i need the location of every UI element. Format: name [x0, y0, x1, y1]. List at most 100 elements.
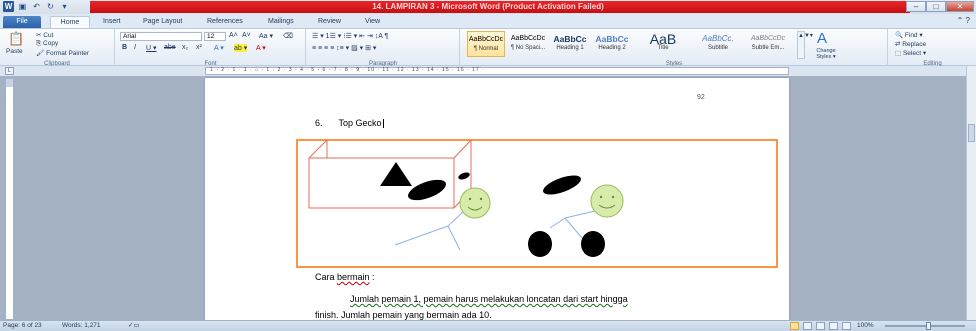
undo-icon[interactable]: ↶ [31, 1, 42, 12]
word-count[interactable]: Words: 1,271 [62, 321, 101, 331]
italic-button[interactable]: I [134, 44, 136, 51]
horizontal-ruler[interactable]: L · 1 · 2 · 1 · 1 · ⌂ · 1 · 2 · 3 · 4 · … [0, 66, 976, 76]
save-icon[interactable]: ▣ [17, 1, 28, 12]
shrink-font-button[interactable]: A˅ [242, 32, 251, 39]
game-diagram[interactable] [205, 78, 789, 321]
text-effects-button[interactable]: A ▾ [214, 44, 224, 52]
cara-bermain-text[interactable]: Cara bermain : [315, 272, 375, 282]
print-layout-view-button[interactable] [790, 322, 799, 330]
change-styles-icon[interactable]: A [817, 30, 827, 47]
tab-review[interactable]: Review [318, 16, 341, 28]
paragraph-group: ☰ ▾ 1☰ ▾ ⁝☰ ▾ ⇤ ⇥ ↕A ¶ ≡ ≡ ≡ ≡ ↕≡ ▾ ▨ ▾ … [307, 29, 460, 67]
clipboard-group: 📋 Paste ✂ Cut ⎘ Copy 🖌 Format Painter Cl… [0, 29, 115, 67]
font-group: Arial 12 A˄ A˅ Aa ▾ ⌫ B I U ▾ abe x₂ x² … [116, 29, 306, 67]
style-name: Title [657, 45, 669, 51]
strikethrough-button[interactable]: abe [164, 44, 176, 51]
styles-group: AaBbCcDc ¶ Normal AaBbCcDc ¶ No Spaci...… [461, 29, 888, 67]
black-oval-3 [528, 231, 552, 257]
tab-references[interactable]: References [207, 16, 243, 28]
change-case-button[interactable]: Aa ▾ [259, 32, 273, 40]
bold-button[interactable]: B [122, 44, 127, 51]
subscript-button[interactable]: x₂ [182, 44, 188, 51]
zoom-slider[interactable] [885, 325, 965, 327]
document-page[interactable]: 92 6. Top Gecko Cara bermain: Jumlah pe… [205, 78, 789, 321]
tab-mailings[interactable]: Mailings [268, 16, 294, 28]
quick-access-toolbar: W ▣ ↶ ↻ ▾ [3, 1, 70, 12]
vertical-ruler-margin [6, 79, 13, 87]
vertical-ruler[interactable] [5, 78, 14, 320]
style-name: Heading 2 [598, 45, 626, 51]
underline-button[interactable]: U ▾ [146, 44, 157, 52]
draft-view-button[interactable] [842, 322, 851, 330]
superscript-button[interactable]: x² [196, 44, 202, 51]
style-heading-2[interactable]: AaBbCc Heading 2 [593, 31, 631, 57]
window-title: 14. LAMPIRAN 3 - Microsoft Word (Product… [372, 2, 604, 11]
tab-file[interactable]: File [3, 16, 41, 28]
vertical-scrollbar[interactable] [966, 66, 976, 320]
style-sample: AaBbCcDc [468, 36, 504, 43]
format-painter-button[interactable]: 🖌 Format Painter [36, 49, 89, 57]
style-sample: AaBbCc [595, 34, 629, 44]
select-button[interactable]: ⬚ Select ▾ [895, 49, 926, 57]
paragraph-line-2[interactable]: finish. Jumlah pemain yang bermain ada 1… [315, 310, 492, 320]
copy-label: Copy [43, 40, 59, 47]
style-name: Subtitle [707, 45, 728, 51]
triangle-shape [380, 162, 412, 186]
change-styles-button[interactable]: Change Styles ▾ [809, 48, 843, 60]
zoom-level[interactable]: 100% [857, 321, 874, 331]
proofing-icon[interactable]: ✓▭ [128, 321, 140, 331]
highlight-button[interactable]: ab ▾ [234, 44, 248, 52]
tab-insert[interactable]: Insert [103, 16, 121, 28]
black-oval-4 [581, 231, 605, 257]
redo-icon[interactable]: ↻ [45, 1, 56, 12]
list-buttons[interactable]: ☰ ▾ 1☰ ▾ ⁝☰ ▾ ⇤ ⇥ ↕A ¶ [312, 32, 388, 40]
word-logo-icon[interactable]: W [3, 1, 14, 12]
cut-button[interactable]: ✂ Cut [36, 31, 53, 39]
tab-page-layout[interactable]: Page Layout [143, 16, 182, 28]
style-subtle-emphasis[interactable]: AaBbCcDc Subtle Em... [745, 31, 791, 57]
paragraph-line-1[interactable]: Jumlah pemain 1, pemain harus melakukan … [350, 294, 628, 304]
styles-scroll-icon[interactable]: ▲▼▾ [797, 31, 813, 59]
tab-home[interactable]: Home [50, 16, 90, 28]
cara-suffix: : [369, 272, 375, 282]
maximize-button[interactable]: □ [926, 1, 946, 12]
tab-view[interactable]: View [365, 16, 380, 28]
grow-font-button[interactable]: A˄ [229, 32, 238, 39]
style-sample: AaBbCcDc [510, 35, 546, 42]
style-name: ¶ No Spaci... [510, 45, 546, 51]
paste-icon[interactable]: 📋 [8, 31, 24, 47]
style-sample: AaBbCcDc [750, 35, 786, 42]
style-normal[interactable]: AaBbCcDc ¶ Normal [467, 31, 505, 57]
font-name-box[interactable]: Arial [120, 32, 202, 41]
style-subtitle[interactable]: AaBbCc. Subtitle [695, 31, 741, 57]
close-button[interactable]: ✕ [946, 1, 974, 12]
style-no-spacing[interactable]: AaBbCcDc ¶ No Spaci... [509, 31, 547, 57]
format-painter-label: Format Painter [46, 50, 90, 57]
window-controls: – □ ✕ [906, 1, 974, 12]
copy-button[interactable]: ⎘ Copy [36, 40, 58, 48]
style-sample: AaBbCc. [702, 34, 734, 43]
cara-prefix: Cara [315, 272, 338, 282]
page-count[interactable]: Page: 6 of 23 [3, 321, 42, 331]
style-heading-1[interactable]: AaBbCc Heading 1 [551, 31, 589, 57]
alignment-buttons[interactable]: ≡ ≡ ≡ ≡ ↕≡ ▾ ▨ ▾ ⊞ ▾ [312, 44, 376, 52]
paste-button[interactable]: Paste [6, 48, 23, 55]
outline-view-button[interactable] [829, 322, 838, 330]
tab-selector[interactable]: L [5, 67, 14, 75]
ribbon: 📋 Paste ✂ Cut ⎘ Copy 🖌 Format Painter Cl… [0, 28, 976, 67]
zoom-slider-knob[interactable] [926, 322, 931, 330]
font-size-box[interactable]: 12 [204, 32, 226, 41]
full-screen-view-button[interactable] [803, 322, 812, 330]
select-label: Select ▾ [902, 50, 927, 57]
scrollbar-thumb[interactable] [968, 124, 975, 142]
style-sample: AaBbCc [553, 34, 587, 44]
replace-button[interactable]: ⇄ Replace [895, 40, 926, 48]
style-title[interactable]: AaB Title [635, 31, 691, 57]
help-icon[interactable]: ⌃ ? [957, 16, 970, 25]
find-button[interactable]: 🔍 Find ▾ [895, 31, 923, 39]
web-layout-view-button[interactable] [816, 322, 825, 330]
minimize-button[interactable]: – [906, 1, 926, 12]
customize-icon[interactable]: ▾ [59, 1, 70, 12]
clear-format-button[interactable]: ⌫ [283, 32, 293, 40]
font-color-button[interactable]: A ▾ [256, 44, 266, 52]
